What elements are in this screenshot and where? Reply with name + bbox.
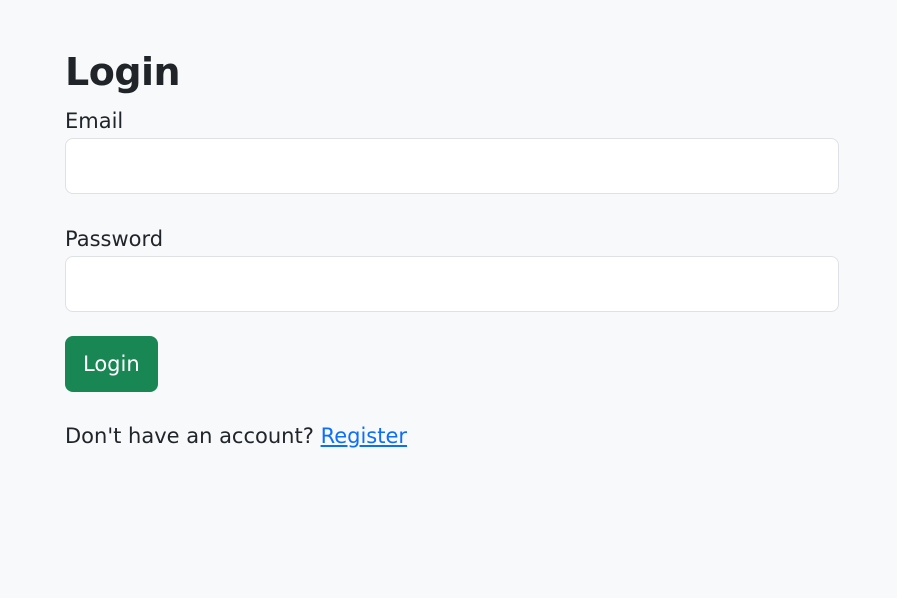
password-label: Password xyxy=(65,227,164,251)
email-input[interactable] xyxy=(65,138,839,194)
password-input[interactable] xyxy=(65,256,839,312)
register-link[interactable]: Register xyxy=(321,424,407,448)
page-title: Login xyxy=(65,50,181,94)
login-button[interactable]: Login xyxy=(65,336,158,392)
password-field-group: Password xyxy=(65,226,839,312)
login-form: Email Password Login xyxy=(65,108,839,392)
register-prompt: Don't have an account? Register xyxy=(65,422,839,450)
register-prompt-text: Don't have an account? xyxy=(65,424,321,448)
email-field-group: Email xyxy=(65,108,839,194)
login-container: Login Email Password Login Don't have an… xyxy=(65,48,839,450)
email-label: Email xyxy=(65,109,124,133)
